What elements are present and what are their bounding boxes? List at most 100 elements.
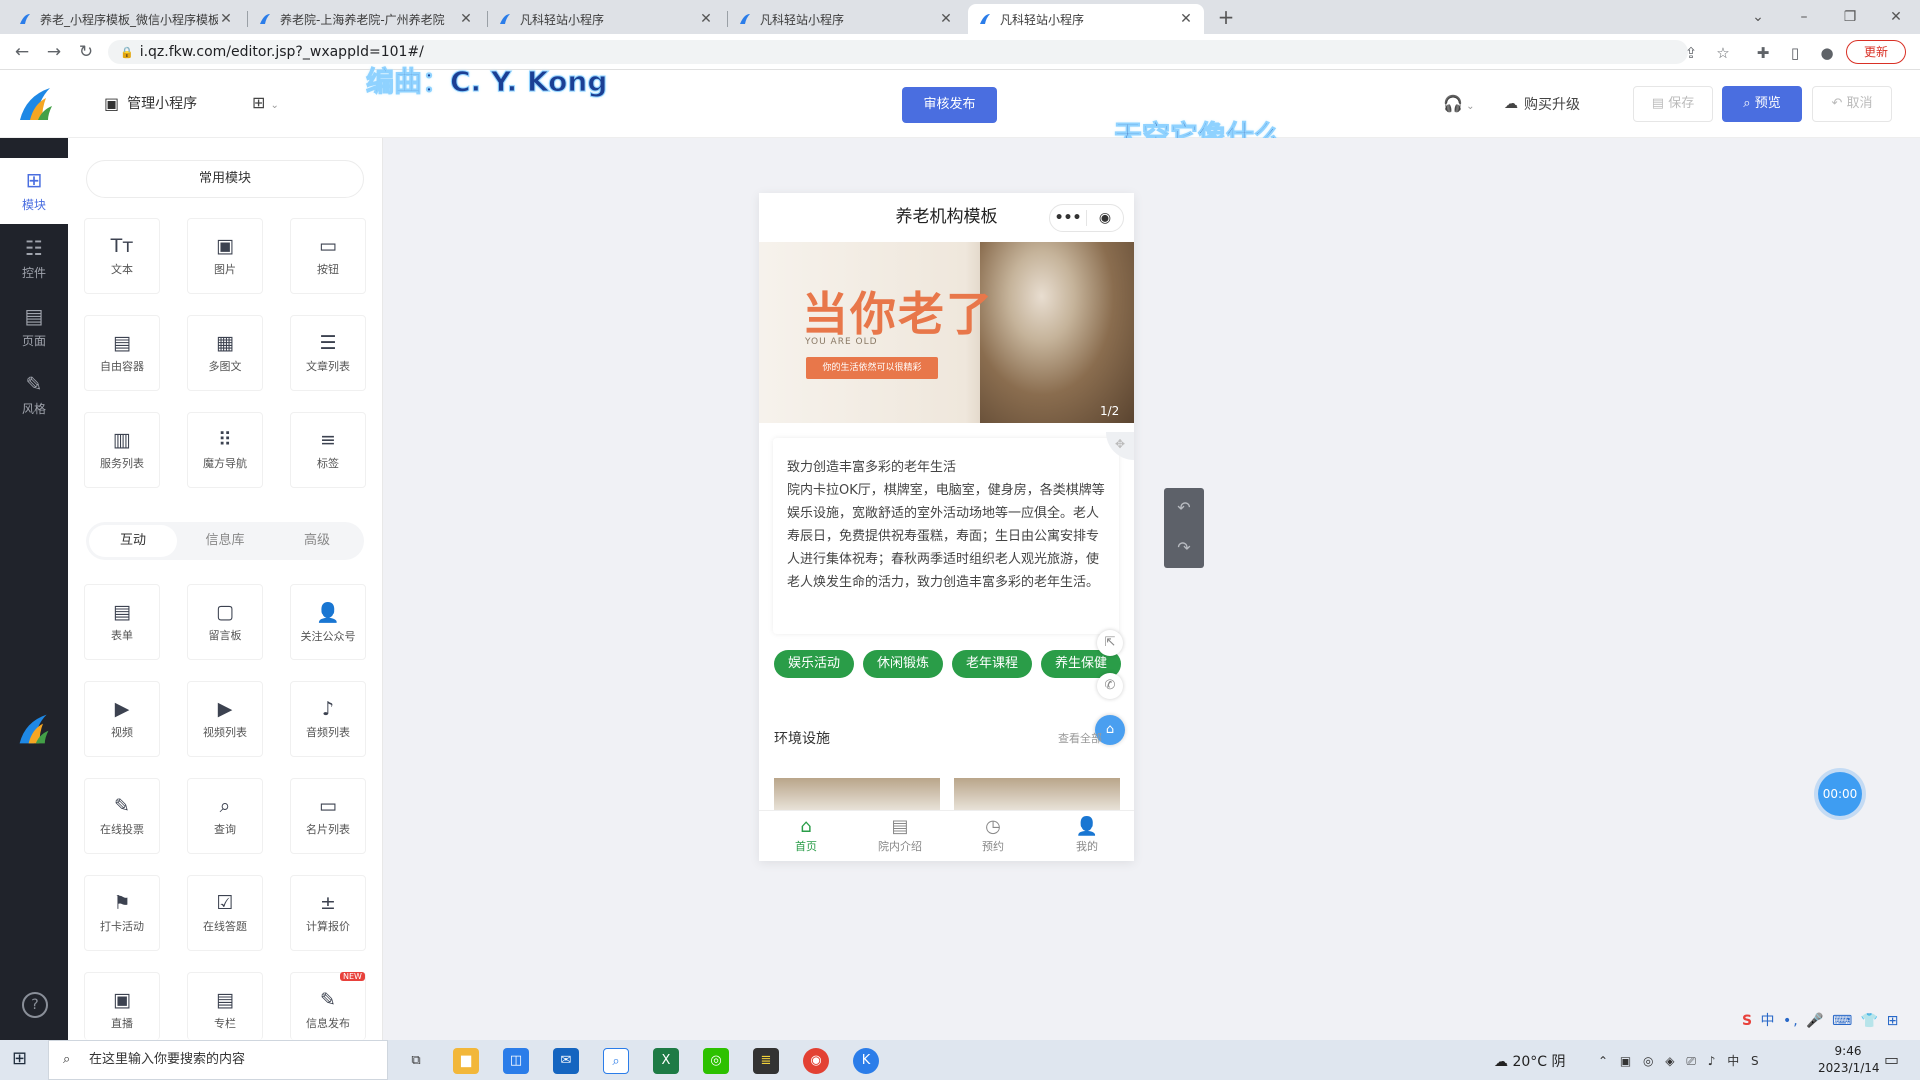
reload-icon[interactable]: ↻: [76, 42, 96, 62]
app-grid-menu-icon[interactable]: ⊞ ⌄: [252, 93, 279, 112]
update-button[interactable]: 更新: [1846, 40, 1906, 64]
store-icon[interactable]: ◫: [503, 1048, 529, 1074]
close-tab-icon[interactable]: ✕: [1178, 11, 1194, 27]
mail-icon[interactable]: ✉: [553, 1048, 579, 1074]
tag-entertainment[interactable]: 娱乐活动: [774, 650, 854, 678]
close-tab-icon[interactable]: ✕: [698, 11, 714, 27]
weather-widget[interactable]: ☁ 20°C 阴: [1494, 1051, 1566, 1071]
browser-tab[interactable]: 养老院-上海养老院-广州养老院 ✕: [248, 4, 484, 34]
buy-upgrade-link[interactable]: ☁ 购买升级: [1504, 94, 1580, 114]
minimize-button[interactable]: –: [1784, 4, 1824, 30]
forward-icon[interactable]: →: [44, 42, 64, 62]
module-follow-account[interactable]: 👤 关注公众号: [290, 584, 366, 660]
back-icon[interactable]: ←: [12, 42, 32, 62]
nav-tab-intro[interactable]: ▤ 院内介绍: [860, 816, 940, 854]
more-dots-icon[interactable]: •••: [1050, 210, 1086, 226]
module-cube-nav[interactable]: ⠿ 魔方导航: [187, 412, 263, 488]
module-card-list[interactable]: ▭ 名片列表: [290, 778, 366, 854]
tab-advanced[interactable]: 高级: [273, 525, 361, 557]
phone-float-icon[interactable]: ✆: [1097, 673, 1123, 699]
module-form[interactable]: ▤ 表单: [84, 584, 160, 660]
help-icon[interactable]: ?: [22, 992, 48, 1018]
browser-tab-active[interactable]: 凡科轻站小程序 ✕: [968, 4, 1204, 34]
close-target-icon[interactable]: ◉: [1087, 210, 1123, 226]
tag-leisure[interactable]: 休闲锻炼: [863, 650, 943, 678]
preview-button[interactable]: ⌕ 预览: [1722, 86, 1802, 122]
recording-timer[interactable]: 00:00: [1818, 772, 1862, 816]
undo-icon[interactable]: ↶: [1164, 488, 1204, 528]
address-bar[interactable]: 🔒 i.qz.fkw.com/editor.jsp?_wxappId=101#/: [108, 40, 1688, 64]
notification-icon[interactable]: ▭: [1884, 1050, 1899, 1069]
module-free-container[interactable]: ▤ 自由容器: [84, 315, 160, 391]
rail-item-controls[interactable]: ☷ 控件: [0, 226, 68, 292]
module-image[interactable]: ▣ 图片: [187, 218, 263, 294]
module-live[interactable]: ▣ 直播: [84, 972, 160, 1040]
close-tab-icon[interactable]: ✕: [458, 11, 474, 27]
search-app-icon[interactable]: ⌕: [603, 1048, 629, 1074]
close-tab-icon[interactable]: ✕: [938, 11, 954, 27]
extensions-icon[interactable]: ✚: [1752, 42, 1774, 64]
tab-info-library[interactable]: 信息库: [181, 525, 269, 557]
module-info-publish[interactable]: ✎ 信息发布: [290, 972, 366, 1040]
tab-search-icon[interactable]: ⌄: [1738, 4, 1778, 30]
module-video-list[interactable]: ▶ 视频列表: [187, 681, 263, 757]
k-app-icon[interactable]: K: [853, 1048, 879, 1074]
share-float-icon[interactable]: ⇱: [1097, 630, 1123, 656]
side-panel-icon[interactable]: ▯: [1784, 42, 1806, 64]
fkw-logo[interactable]: [16, 86, 56, 122]
excel-icon[interactable]: X: [653, 1048, 679, 1074]
task-view-icon[interactable]: ⧉: [403, 1048, 429, 1074]
module-query[interactable]: ⌕ 查询: [187, 778, 263, 854]
file-explorer-icon[interactable]: ▆: [453, 1048, 479, 1074]
close-window-button[interactable]: ✕: [1876, 4, 1916, 30]
module-online-quiz[interactable]: ☑ 在线答题: [187, 875, 263, 951]
profile-icon[interactable]: ●: [1816, 42, 1838, 64]
view-all-link[interactable]: 查看全部: [1058, 730, 1102, 746]
customer-service-headset-icon[interactable]: 🎧 ⌄: [1443, 94, 1474, 113]
module-video[interactable]: ▶ 视频: [84, 681, 160, 757]
module-text[interactable]: Tт 文本: [84, 218, 160, 294]
nav-tab-mine[interactable]: 👤 我的: [1047, 816, 1127, 854]
miniprogram-capsule[interactable]: ••• ◉: [1049, 204, 1124, 232]
module-checkin[interactable]: ⚑ 打卡活动: [84, 875, 160, 951]
save-button[interactable]: ▤ 保存: [1633, 86, 1713, 122]
share-icon[interactable]: ⇪: [1680, 42, 1702, 64]
ime-toolbar[interactable]: S 中 •, 🎤 ⌨ 👕 ⊞: [1742, 1010, 1900, 1030]
module-multi-image-text[interactable]: ▦ 多图文: [187, 315, 263, 391]
facility-image[interactable]: [954, 778, 1120, 810]
taskbar-search[interactable]: ⌕ 在这里输入你要搜索的内容: [48, 1040, 388, 1080]
restore-button[interactable]: ❐: [1830, 4, 1870, 30]
module-online-vote[interactable]: ✎ 在线投票: [84, 778, 160, 854]
tab-interactive[interactable]: 互动: [89, 525, 177, 557]
module-tags[interactable]: ≡ 标签: [290, 412, 366, 488]
windows-start-icon[interactable]: ⊞: [12, 1048, 27, 1069]
browser-tab[interactable]: 凡科轻站小程序 ✕: [728, 4, 964, 34]
nav-tab-home[interactable]: ⌂ 首页: [766, 816, 846, 854]
tag-courses[interactable]: 老年课程: [952, 650, 1032, 678]
taskbar-clock[interactable]: 9:46 2023/1/14: [1818, 1043, 1880, 1077]
module-message-board[interactable]: ▢ 留言板: [187, 584, 263, 660]
module-service-list[interactable]: ▥ 服务列表: [84, 412, 160, 488]
system-tray-icons[interactable]: ⌃ ▣ ◎ ◈ ⎚ ♪ 中 S: [1598, 1052, 1763, 1069]
bookmark-star-icon[interactable]: ☆: [1712, 42, 1734, 64]
rail-item-pages[interactable]: ▤ 页面: [0, 294, 68, 360]
close-tab-icon[interactable]: ✕: [218, 11, 234, 27]
rail-item-modules[interactable]: ⊞ 模块: [0, 158, 68, 224]
intro-text-card[interactable]: 致力创造丰富多彩的老年生活 院内卡拉OK厅，棋牌室，电脑室，健身房，各类棋牌等娱…: [773, 438, 1119, 634]
module-price-calc[interactable]: ± 计算报价: [290, 875, 366, 951]
browser-tab[interactable]: 凡科轻站小程序 ✕: [488, 4, 724, 34]
nav-tab-booking[interactable]: ◷ 预约: [953, 816, 1033, 854]
cancel-button[interactable]: ↶ 取消: [1812, 86, 1892, 122]
module-audio-list[interactable]: ♪ 音频列表: [290, 681, 366, 757]
redo-icon[interactable]: ↷: [1164, 528, 1204, 568]
browser-tab[interactable]: 养老_小程序模板_微信小程序模板 ✕: [8, 4, 244, 34]
new-tab-button[interactable]: +: [1214, 6, 1238, 30]
audit-publish-button[interactable]: 审核发布: [902, 87, 997, 123]
module-column[interactable]: ▤ 专栏: [187, 972, 263, 1040]
chrome-icon[interactable]: ◉: [803, 1048, 829, 1074]
rail-item-style[interactable]: ✎ 风格: [0, 362, 68, 428]
module-button[interactable]: ▭ 按钮: [290, 218, 366, 294]
notepad-icon[interactable]: ≣: [753, 1048, 779, 1074]
manage-miniprogram-link[interactable]: ▣ 管理小程序: [104, 93, 197, 113]
module-article-list[interactable]: ☰ 文章列表: [290, 315, 366, 391]
